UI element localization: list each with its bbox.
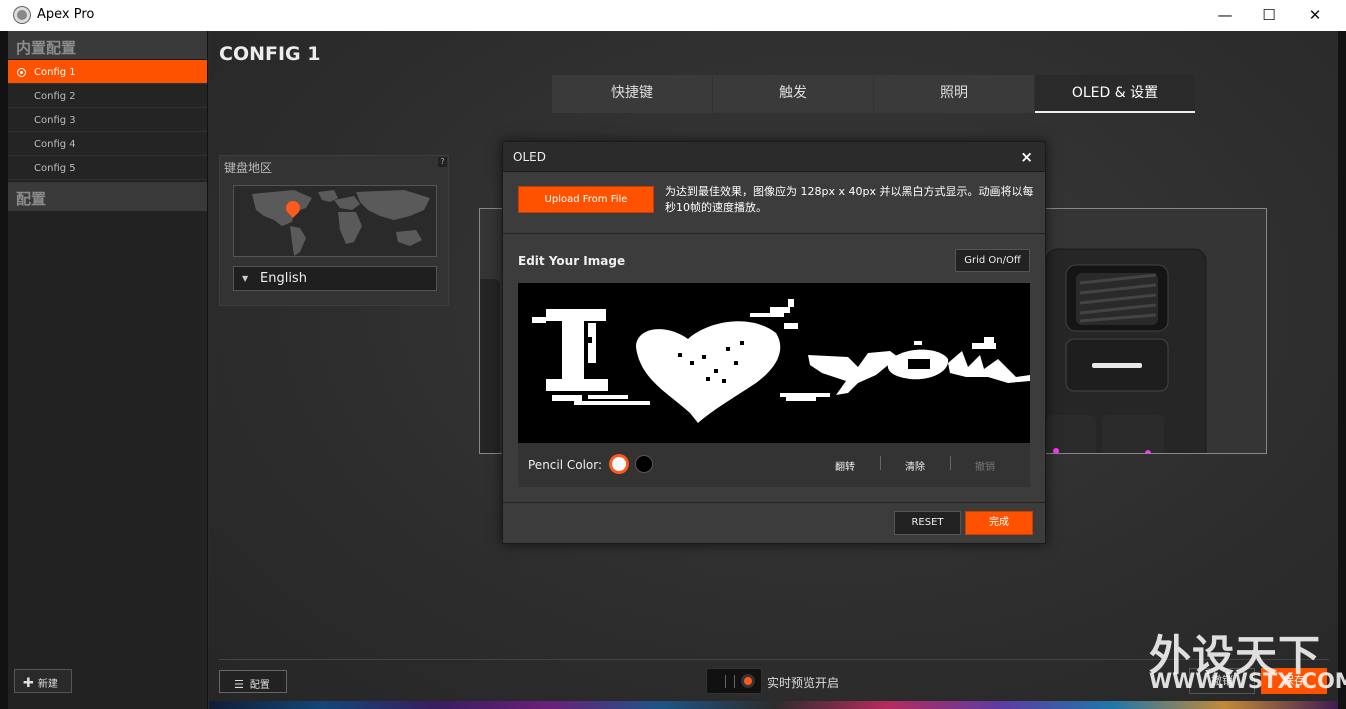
keyboard-region-panel: 键盘地区 ? ▼ English — [219, 155, 449, 306]
sidebar-item-label: Config 1 — [34, 67, 76, 78]
toggle-grip-icon — [725, 675, 735, 688]
keyboard-region-label: 键盘地区 — [224, 161, 273, 175]
image-editor: Edit Your Image Grid On/Off Pencil Color… — [518, 246, 1030, 487]
tab-keybinds[interactable]: 快捷键 — [552, 75, 712, 113]
app-title: Apex Pro — [37, 7, 95, 22]
sidebar-item-label: Config 3 — [34, 115, 76, 126]
app-logo-icon — [14, 7, 30, 23]
selected-radio-icon — [17, 68, 26, 77]
watermark-url: WWW.WSTX.COM — [1149, 669, 1346, 693]
sidebar-item-label: Config 2 — [34, 91, 76, 102]
maximize-button[interactable]: ☐ — [1246, 0, 1292, 31]
help-icon[interactable]: ? — [438, 157, 447, 167]
sidebar-item-config-3[interactable]: Config 3 — [8, 108, 207, 132]
done-button[interactable]: 完成 — [965, 511, 1033, 535]
tab-oled-settings[interactable]: OLED & 设置 — [1035, 75, 1195, 113]
sidebar-item-config-4[interactable]: Config 4 — [8, 132, 207, 156]
reset-button[interactable]: RESET — [894, 511, 961, 535]
live-preview-label: 实时预览开启 — [767, 676, 840, 690]
configs-heading: 配置 — [8, 182, 207, 211]
frame-edge-left — [0, 31, 8, 709]
grid-toggle-button[interactable]: Grid On/Off — [955, 249, 1030, 272]
world-map-graphic — [234, 186, 436, 256]
new-config-label: 新建 — [37, 679, 58, 690]
world-map[interactable] — [233, 185, 437, 257]
dialog-footer: RESET 完成 — [503, 502, 1045, 543]
pencil-color-label: Pencil Color: — [528, 458, 603, 472]
configs-button[interactable]: ☰ 配置 — [219, 670, 287, 693]
language-value: English — [260, 271, 307, 286]
sidebar-item-label: Config 5 — [34, 163, 76, 174]
toggle-knob — [741, 674, 755, 688]
plus-icon: ✚ — [23, 676, 34, 691]
close-icon[interactable]: × — [1020, 148, 1033, 166]
dropdown-arrow-icon: ▼ — [242, 274, 249, 283]
undo-button[interactable]: 撤销 — [975, 458, 995, 473]
tool-row: Pencil Color: 翻转 清除 撤销 — [518, 443, 1030, 487]
language-select[interactable]: ▼ English — [233, 266, 437, 291]
minimize-button[interactable]: — — [1202, 0, 1248, 31]
upload-instructions: 为达到最佳效果，图像应为 128px x 40px 并以黑白方式显示。动画将以每… — [665, 185, 1034, 214]
white-color-swatch[interactable] — [610, 455, 628, 473]
close-window-button[interactable]: ✕ — [1292, 0, 1338, 31]
oled-dialog: OLED × Upload From File 为达到最佳效果，图像应为 128… — [502, 141, 1046, 544]
list-icon: ☰ — [234, 678, 244, 691]
tab-bar: 快捷键 触发 照明 OLED & 设置 — [552, 75, 1196, 113]
sidebar-item-label: Config 4 — [34, 139, 76, 150]
title-bar: Apex Pro — ☐ ✕ — [0, 0, 1346, 31]
configs-button-label: 配置 — [249, 680, 270, 691]
sidebar: 内置配置 Config 1 Config 2 Config 3 Config 4… — [8, 31, 208, 709]
live-preview-toggle[interactable] — [706, 668, 762, 694]
oled-pixel-canvas[interactable] — [518, 283, 1030, 443]
tool-divider — [880, 456, 881, 470]
new-config-button[interactable]: ✚ 新建 — [14, 669, 72, 693]
dialog-title: OLED — [513, 150, 546, 164]
tool-divider — [950, 456, 951, 470]
tab-actuation[interactable]: 触发 — [713, 75, 873, 113]
oled-drawing — [518, 283, 1030, 443]
sidebar-item-config-5[interactable]: Config 5 — [8, 156, 207, 180]
frame-edge-right — [1338, 31, 1346, 709]
upload-row: Upload From File 为达到最佳效果，图像应为 128px x 40… — [503, 172, 1045, 234]
rgb-glow-strip — [209, 701, 1338, 709]
page-title: CONFIG 1 — [219, 43, 321, 65]
invert-button[interactable]: 翻转 — [835, 458, 855, 473]
edit-image-title: Edit Your Image — [518, 254, 626, 268]
sidebar-item-config-1[interactable]: Config 1 — [8, 60, 207, 84]
black-color-swatch[interactable] — [635, 455, 653, 473]
builtin-configs-heading: 内置配置 — [8, 31, 207, 60]
sidebar-item-config-2[interactable]: Config 2 — [8, 84, 207, 108]
clear-button[interactable]: 清除 — [905, 458, 925, 473]
dialog-header: OLED × — [503, 142, 1045, 172]
tab-lighting[interactable]: 照明 — [874, 75, 1034, 113]
upload-from-file-button[interactable]: Upload From File — [518, 186, 654, 213]
